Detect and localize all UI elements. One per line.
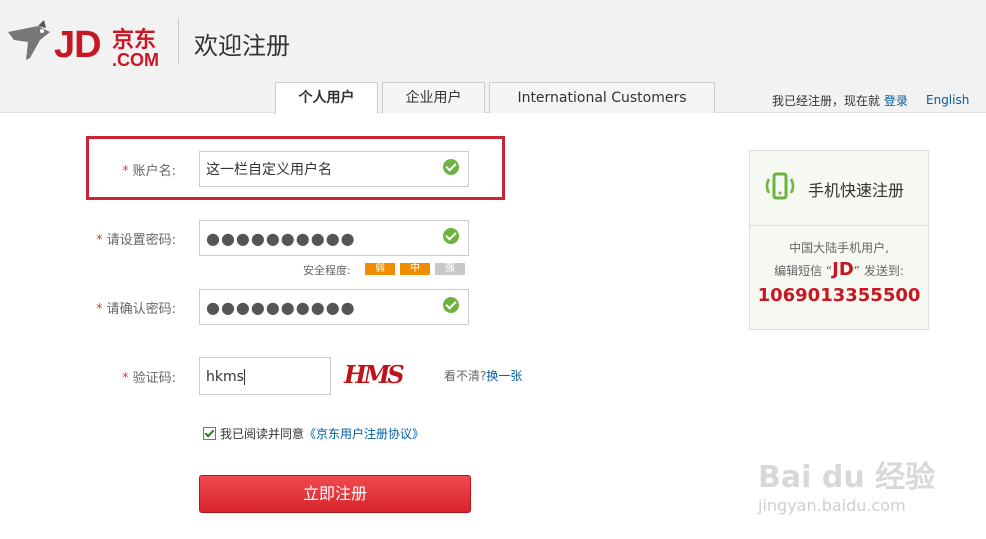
watermark-logo: Bai du 经验 xyxy=(758,460,936,495)
captcha-label-text: 验证码: xyxy=(132,371,176,386)
strength-strong: 强 xyxy=(435,263,465,275)
login-link[interactable]: 登录 xyxy=(884,94,908,108)
password-label: * 请设置密码: xyxy=(76,229,176,248)
captcha-hint-text: 看不清? xyxy=(444,369,487,383)
login-prefix: 我已经注册，现在就 xyxy=(772,94,881,108)
mobile-register-title: 手机快速注册 xyxy=(808,181,905,200)
password-ok-icon xyxy=(443,228,459,244)
tab-business[interactable]: 企业用户 xyxy=(382,82,485,113)
watermark-url: jingyan.baidu.com xyxy=(758,496,906,515)
captcha-refresh-link[interactable]: 换一张 xyxy=(486,369,522,383)
jd-logo[interactable]: JD 京东 .COM xyxy=(4,14,174,70)
strength-label: 安全程度: xyxy=(303,264,351,277)
mobile-line2: 编辑短信 “JD” 发送到: xyxy=(750,259,928,282)
agreement: 我已阅读并同意《京东用户注册协议》 xyxy=(203,425,424,442)
mobile-register-panel: 手机快速注册 中国大陆手机用户, 编辑短信 “JD” 发送到: 10690133… xyxy=(749,150,929,330)
agree-prefix: 我已阅读并同意 xyxy=(220,427,305,441)
sms-keyword: JD xyxy=(832,259,854,280)
required-mark: * xyxy=(122,164,129,179)
strength-medium: 中 xyxy=(400,263,430,275)
dog-mascot-icon xyxy=(8,20,50,60)
required-mark: * xyxy=(96,302,103,317)
agree-checkbox[interactable] xyxy=(203,427,216,440)
logo-jd-text: JD xyxy=(54,24,102,66)
required-mark: * xyxy=(122,371,129,386)
account-ok-icon xyxy=(443,159,459,175)
account-value: 这一栏自定义用户名 xyxy=(206,162,332,178)
english-link[interactable]: English xyxy=(926,93,969,107)
mobile-register-header[interactable]: 手机快速注册 xyxy=(750,151,928,226)
mobile-line2-prefix: 编辑短信 “ xyxy=(774,264,833,278)
agreement-link[interactable]: 《京东用户注册协议》 xyxy=(304,427,424,441)
page-title: 欢迎注册 xyxy=(194,32,290,60)
tab-personal[interactable]: 个人用户 xyxy=(275,82,378,114)
login-hint: 我已经注册，现在就 登录 xyxy=(772,92,908,109)
mobile-line2-suffix: ” 发送到: xyxy=(853,264,904,278)
text-cursor xyxy=(243,369,245,385)
captcha-input[interactable]: hkms xyxy=(199,357,331,395)
captcha-hint: 看不清?换一张 xyxy=(444,367,522,384)
tab-international[interactable]: International Customers xyxy=(489,82,715,113)
confirm-password-input[interactable]: ●●●●●●●●●● xyxy=(199,289,469,325)
logo-com-text: .COM xyxy=(112,50,159,70)
required-mark: * xyxy=(96,233,103,248)
mobile-instructions: 中国大陆手机用户, 编辑短信 “JD” 发送到: xyxy=(750,237,928,282)
confirm-value: ●●●●●●●●●● xyxy=(206,298,356,317)
confirm-ok-icon xyxy=(443,297,459,313)
captcha-image-text: HMS xyxy=(344,360,405,389)
header: JD 京东 .COM 欢迎注册 个人用户 企业用户 International … xyxy=(0,0,986,114)
register-button[interactable]: 立即注册 xyxy=(199,475,471,513)
password-label-text: 请设置密码: xyxy=(106,233,176,248)
captcha-image[interactable]: HMS xyxy=(344,360,405,392)
captcha-value: hkms xyxy=(206,369,244,385)
password-input[interactable]: ●●●●●●●●●● xyxy=(199,220,469,256)
confirm-label-text: 请确认密码: xyxy=(106,302,176,317)
confirm-label: * 请确认密码: xyxy=(76,298,176,317)
password-value: ●●●●●●●●●● xyxy=(206,229,356,248)
sms-number: 1069013355500 xyxy=(757,285,921,306)
phone-signal-icon xyxy=(765,172,795,200)
mobile-line1: 中国大陆手机用户, xyxy=(789,241,889,255)
account-input[interactable]: 这一栏自定义用户名 xyxy=(199,151,469,187)
logo-divider xyxy=(178,18,179,64)
account-label-text: 账户名: xyxy=(132,164,176,179)
captcha-label: * 验证码: xyxy=(76,367,176,386)
account-label: * 账户名: xyxy=(76,160,176,179)
strength-weak: 弱 xyxy=(365,263,395,275)
